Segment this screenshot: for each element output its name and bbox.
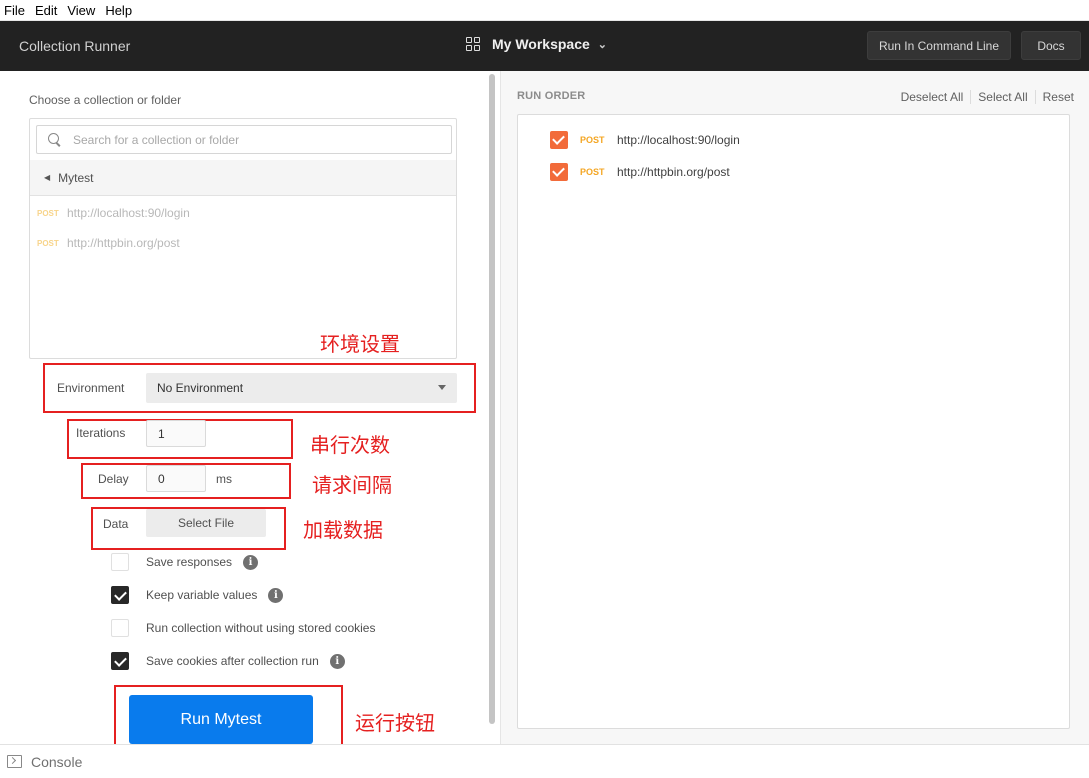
environment-value: No Environment (157, 381, 244, 395)
info-icon[interactable]: i (268, 587, 284, 603)
option-run-without-cookies[interactable]: Run collection without using stored cook… (111, 619, 375, 637)
menu-file[interactable]: File (4, 3, 25, 18)
collection-request-item[interactable]: POST http://httpbin.org/post (37, 236, 180, 250)
run-order-list: POST http://localhost:90/login POST http… (517, 114, 1070, 729)
select-all-link[interactable]: Select All (970, 90, 1034, 104)
top-bar: Collection Runner My Workspace ⌄ Run In … (0, 21, 1089, 71)
option-save-responses[interactable]: Save responses i (111, 553, 259, 571)
environment-select[interactable]: No Environment (146, 373, 457, 403)
workspace-switcher[interactable]: My Workspace ⌄ (466, 36, 607, 52)
caret-down-icon (438, 385, 446, 390)
collection-request-item[interactable]: POST http://localhost:90/login (37, 206, 190, 220)
workspace-name: My Workspace (492, 36, 590, 52)
checkbox[interactable] (111, 553, 129, 571)
deselect-all-link[interactable]: Deselect All (894, 90, 971, 104)
annotation-environment: 环境设置 (320, 332, 400, 356)
option-label: Save responses (146, 555, 233, 569)
checkbox[interactable] (111, 619, 129, 637)
collection-browser: Search for a collection or folder ◀ Myte… (29, 118, 457, 359)
collection-back-row[interactable]: ◀ Mytest (30, 160, 456, 196)
select-file-button[interactable]: Select File (146, 509, 266, 537)
window-title: Collection Runner (19, 38, 131, 54)
iterations-input[interactable]: 1 (146, 420, 206, 447)
run-order-item[interactable]: POST http://localhost:90/login (550, 131, 740, 149)
left-pane-scrollbar[interactable] (489, 74, 495, 724)
console-bar[interactable]: Console (0, 744, 1089, 778)
annotation-run: 运行按钮 (355, 711, 435, 735)
option-save-cookies[interactable]: Save cookies after collection run i (111, 652, 345, 670)
delay-unit: ms (216, 472, 232, 486)
option-label: Keep variable values (146, 588, 258, 602)
checkbox[interactable] (111, 586, 129, 604)
request-url: http://httpbin.org/post (617, 165, 730, 179)
iterations-label: Iterations (76, 426, 126, 440)
run-collection-button[interactable]: Run Mytest (129, 695, 313, 744)
info-icon[interactable]: i (329, 653, 345, 669)
annotation-data: 加载数据 (303, 518, 383, 542)
run-order-item[interactable]: POST http://httpbin.org/post (550, 163, 730, 181)
environment-label: Environment (57, 381, 125, 395)
chevron-down-icon: ⌄ (597, 38, 607, 51)
search-icon (48, 132, 62, 147)
menu-bar: File Edit View Help (0, 0, 1089, 21)
menu-view[interactable]: View (67, 3, 95, 18)
collection-name: Mytest (58, 170, 94, 185)
request-url: http://httpbin.org/post (67, 236, 180, 250)
option-label: Run collection without using stored cook… (146, 621, 376, 635)
choose-collection-label: Choose a collection or folder (29, 93, 182, 107)
console-icon (7, 755, 22, 768)
request-method: POST (580, 167, 605, 177)
delay-label: Delay (98, 472, 129, 486)
run-in-command-line-button[interactable]: Run In Command Line (867, 31, 1011, 60)
request-url: http://localhost:90/login (617, 133, 740, 147)
delay-input[interactable]: 0 (146, 465, 206, 492)
request-method: POST (580, 135, 605, 145)
menu-help[interactable]: Help (105, 3, 132, 18)
option-keep-variable-values[interactable]: Keep variable values i (111, 586, 284, 604)
checkbox[interactable] (111, 652, 129, 670)
run-order-actions: Deselect All Select All Reset (894, 90, 1074, 104)
caret-left-icon: ◀ (44, 173, 51, 182)
reset-link[interactable]: Reset (1034, 90, 1074, 104)
search-placeholder: Search for a collection or folder (73, 132, 240, 147)
workspace-grid-icon (466, 37, 480, 51)
request-method: POST (37, 208, 59, 218)
option-label: Save cookies after collection run (146, 654, 319, 668)
menu-edit[interactable]: Edit (35, 3, 57, 18)
checkbox[interactable] (550, 131, 568, 149)
docs-button[interactable]: Docs (1021, 31, 1081, 60)
run-order-title: RUN ORDER (517, 90, 586, 102)
info-icon[interactable]: i (243, 554, 259, 570)
checkbox[interactable] (550, 163, 568, 181)
runner-config-pane: Choose a collection or folder Search for… (0, 71, 500, 756)
request-method: POST (37, 238, 59, 248)
console-label: Console (31, 753, 83, 770)
run-order-pane: RUN ORDER Deselect All Select All Reset … (501, 71, 1089, 744)
data-label: Data (103, 517, 129, 531)
annotation-delay: 请求间隔 (312, 473, 392, 497)
collection-search-input[interactable]: Search for a collection or folder (36, 125, 452, 154)
annotation-iterations: 串行次数 (310, 433, 390, 457)
request-url: http://localhost:90/login (67, 206, 190, 220)
